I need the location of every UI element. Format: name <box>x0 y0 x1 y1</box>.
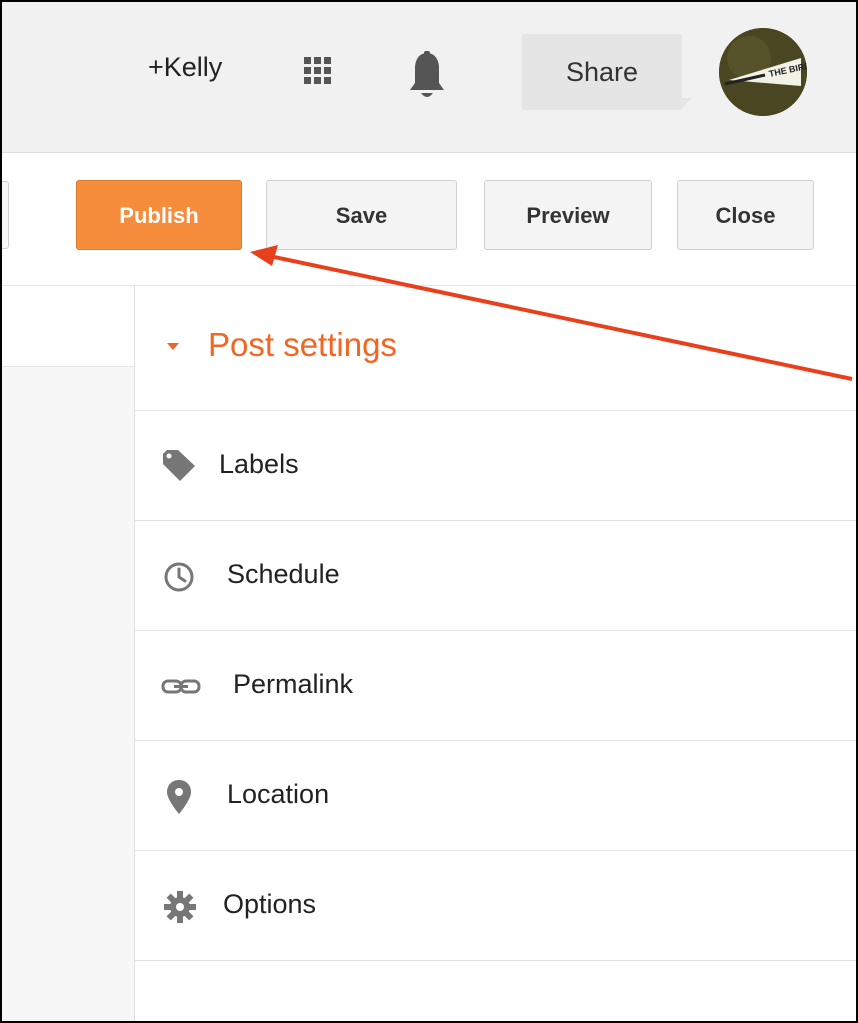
google-plus-profile-link[interactable]: +Kelly <box>148 52 222 83</box>
settings-item-label: Permalink <box>233 669 354 699</box>
post-settings-sidebar: Post settings Labels Schedule Permalink … <box>135 286 856 961</box>
settings-item-permalink[interactable]: Permalink <box>135 631 856 741</box>
editor-body[interactable] <box>2 367 134 1021</box>
gear-icon <box>161 888 199 931</box>
editor-panel <box>2 286 134 1021</box>
apps-grid-icon[interactable] <box>304 57 332 85</box>
preview-button[interactable]: Preview <box>484 180 652 250</box>
post-toolbar: Publish Save Preview Close <box>2 153 856 286</box>
link-icon <box>161 668 201 709</box>
settings-item-label: Labels <box>219 449 299 479</box>
map-pin-icon <box>161 778 197 821</box>
settings-item-label: Options <box>223 889 317 919</box>
settings-item-label: Location <box>227 779 330 809</box>
settings-item-label: Schedule <box>227 559 340 589</box>
settings-item-schedule[interactable]: Schedule <box>135 521 856 631</box>
publish-button[interactable]: Publish <box>76 180 242 250</box>
tag-icon <box>161 448 197 489</box>
settings-item-location[interactable]: Location <box>135 741 856 851</box>
account-bar: +Kelly Share THE BIRD <box>2 2 856 153</box>
clock-icon <box>161 558 197 599</box>
caret-down-icon <box>167 343 179 350</box>
settings-item-labels[interactable]: Labels <box>135 411 856 521</box>
toolbar-left-control[interactable] <box>2 181 9 249</box>
settings-item-options[interactable]: Options <box>135 851 856 961</box>
save-button[interactable]: Save <box>266 180 457 250</box>
blogger-editor-window: +Kelly Share THE BIRD Publish Save Previ… <box>0 0 858 1023</box>
editor-title-strip[interactable] <box>2 286 134 367</box>
share-button[interactable]: Share <box>522 34 692 110</box>
notification-bell-icon[interactable] <box>407 51 447 108</box>
post-settings-header[interactable]: Post settings <box>135 286 856 411</box>
post-settings-title: Post settings <box>208 326 397 363</box>
close-button[interactable]: Close <box>677 180 814 250</box>
avatar[interactable]: THE BIRD <box>719 28 807 116</box>
